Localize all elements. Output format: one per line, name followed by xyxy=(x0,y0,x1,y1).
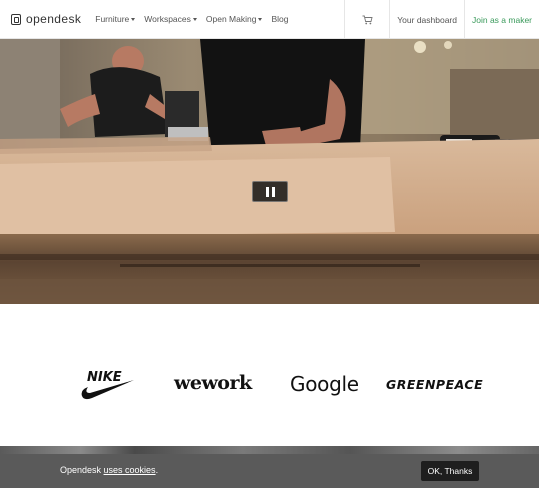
hero-video[interactable] xyxy=(0,39,539,304)
wework-logo: wework xyxy=(174,372,252,394)
cookie-suffix: . xyxy=(155,465,159,475)
menu-item-blog[interactable]: Blog xyxy=(271,14,288,24)
dashboard-link[interactable]: Your dashboard xyxy=(389,0,464,39)
cookie-message: Opendesk uses cookies. xyxy=(60,465,158,475)
caret-down-icon xyxy=(192,17,197,21)
google-logo: Google xyxy=(290,372,359,396)
hero-video-frame xyxy=(0,39,539,304)
menu-item-label: Blog xyxy=(271,14,289,24)
cart-button[interactable] xyxy=(344,0,389,39)
menu-item-furniture[interactable]: Furniture xyxy=(95,14,136,24)
pause-button[interactable] xyxy=(252,181,288,202)
brand-logo[interactable]: opendesk xyxy=(11,12,81,26)
cookie-policy-link[interactable]: uses cookies xyxy=(104,465,156,475)
top-nav: opendesk Furniture Workspaces Open Makin… xyxy=(0,0,539,39)
pause-icon xyxy=(265,186,269,197)
nike-wordmark: NIKE xyxy=(87,370,122,385)
menu-item-open-making[interactable]: Open Making xyxy=(206,14,263,24)
nav-right: Your dashboard Join as a maker xyxy=(344,0,539,39)
accept-cookies-button[interactable]: OK, Thanks xyxy=(421,461,479,481)
menu-item-label: Furniture xyxy=(95,14,130,24)
strip-image xyxy=(0,446,539,454)
main-menu: Furniture Workspaces Open Making Blog xyxy=(95,14,297,24)
menu-item-label: Open Making xyxy=(205,14,257,24)
pause-icon-bar xyxy=(271,186,275,197)
menu-item-workspaces[interactable]: Workspaces xyxy=(144,14,197,24)
opendesk-logo-icon xyxy=(11,13,21,25)
nike-swoosh-icon: NIKE xyxy=(81,370,134,400)
cookie-prefix: Opendesk xyxy=(60,465,104,475)
caret-down-icon xyxy=(131,17,136,21)
join-maker-link[interactable]: Join as a maker xyxy=(464,0,539,39)
nike-logo: NIKE xyxy=(80,368,136,407)
menu-item-label: Workspaces xyxy=(144,14,191,24)
greenpeace-logo: GREENPEACE xyxy=(386,377,484,392)
caret-down-icon xyxy=(258,17,263,21)
cookie-banner: Opendesk uses cookies. OK, Thanks xyxy=(0,454,539,488)
brand-name: opendesk xyxy=(26,12,82,26)
cart-icon xyxy=(362,15,373,24)
client-logos: NIKE wework Google GREENPEACE xyxy=(0,304,539,446)
